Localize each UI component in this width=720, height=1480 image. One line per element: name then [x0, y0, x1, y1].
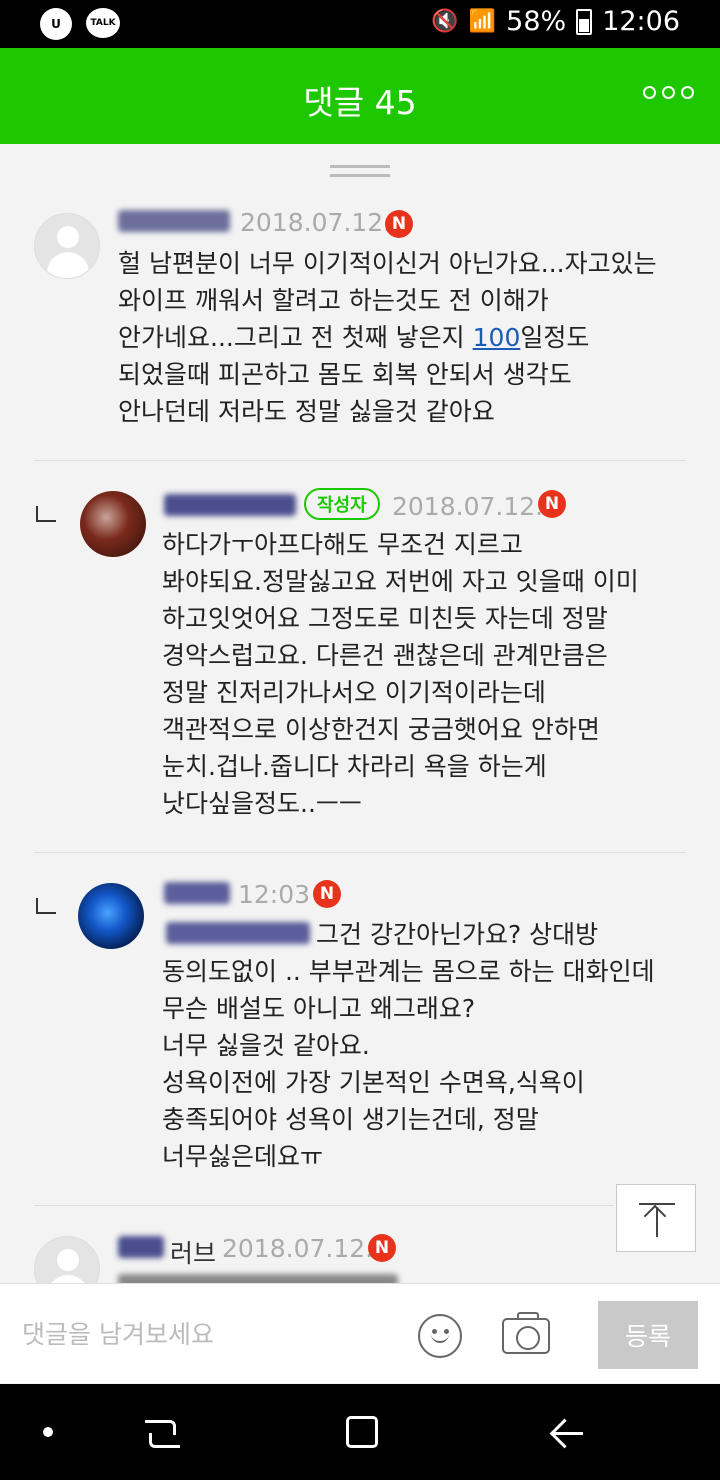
comment: 러브 2018.07.12. N: [0, 0, 720, 1283]
nav-dot-icon[interactable]: [43, 1427, 53, 1437]
new-badge: N: [368, 1234, 396, 1262]
arrow-up-icon: [643, 1204, 667, 1228]
navigation-bar: [0, 1384, 720, 1480]
author-name-suffix[interactable]: 러브: [170, 1234, 216, 1270]
camera-icon[interactable]: [502, 1312, 550, 1354]
comment-input-bar: 등록: [0, 1283, 720, 1383]
home-icon[interactable]: [346, 1416, 378, 1448]
comment-text-cut-off: [118, 1274, 398, 1283]
back-icon[interactable]: [550, 1418, 583, 1448]
scroll-to-top-button[interactable]: [616, 1184, 696, 1252]
author-name-blurred[interactable]: [118, 1236, 164, 1258]
recent-apps-icon[interactable]: [145, 1420, 180, 1448]
comment-date: 2018.07.12.: [222, 1234, 374, 1263]
submit-button[interactable]: 등록: [598, 1301, 698, 1369]
avatar[interactable]: [34, 1236, 100, 1283]
emoji-icon[interactable]: [418, 1314, 462, 1358]
comment-input[interactable]: [22, 1314, 382, 1354]
